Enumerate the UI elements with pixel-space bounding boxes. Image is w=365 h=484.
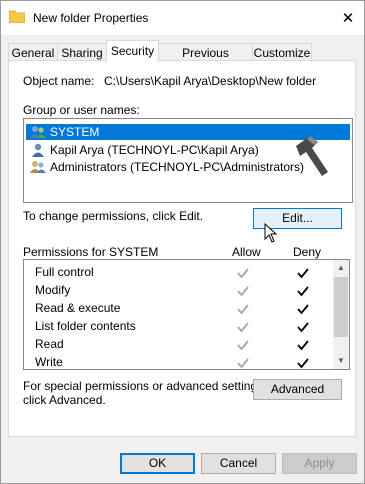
- permission-name: Full control: [35, 265, 94, 279]
- allow-column-header: Allow: [232, 245, 261, 259]
- deny-check-icon: [297, 286, 309, 297]
- permission-row: List folder contents: [24, 318, 334, 336]
- permission-row: Modify: [24, 282, 334, 300]
- permissions-scrollbar[interactable]: ▲ ▼: [333, 260, 349, 369]
- list-item-label: Kapil Arya (TECHNOYL-PC\Kapil Arya): [50, 143, 259, 157]
- close-button[interactable]: ✕: [332, 1, 364, 35]
- tab-sharing[interactable]: Sharing: [57, 43, 107, 61]
- group-names-label: Group or user names:: [23, 103, 140, 117]
- permission-name: Write: [35, 355, 63, 369]
- tab-strip: General Sharing Security Previous Versio…: [1, 37, 364, 78]
- hammer-logo-icon: [296, 136, 328, 176]
- close-icon: ✕: [341, 10, 355, 27]
- permission-name: Read & execute: [35, 301, 121, 315]
- deny-column-header: Deny: [293, 245, 322, 259]
- permission-row: Read: [24, 336, 334, 354]
- deny-check-icon: [297, 268, 309, 279]
- security-panel: Object name: C:\Users\Kapil Arya\Desktop…: [8, 60, 356, 437]
- permission-row: Write: [24, 354, 334, 369]
- allow-check-icon: [237, 340, 249, 351]
- scroll-down-icon[interactable]: ▼: [333, 353, 349, 369]
- user-icon: [32, 143, 44, 157]
- allow-check-icon: [237, 286, 249, 297]
- permission-name: Modify: [35, 283, 71, 297]
- permission-row: Read & execute: [24, 300, 334, 318]
- object-name-label: Object name:: [23, 74, 95, 88]
- permission-name: List folder contents: [35, 319, 136, 333]
- window-title: New folder Properties: [33, 11, 149, 25]
- apply-button[interactable]: Apply: [282, 453, 357, 474]
- allow-check-icon: [237, 268, 249, 279]
- scroll-thumb[interactable]: [334, 277, 348, 337]
- deny-check-icon: [297, 322, 309, 333]
- allow-check-icon: [237, 304, 249, 315]
- tab-general[interactable]: General: [8, 43, 58, 61]
- mouse-cursor-icon: [264, 223, 278, 243]
- cancel-button[interactable]: Cancel: [201, 453, 276, 474]
- permission-row: Full control: [24, 264, 334, 282]
- tab-customize[interactable]: Customize: [252, 43, 312, 61]
- object-name-value: C:\Users\Kapil Arya\Desktop\New folder: [104, 74, 317, 88]
- advanced-button[interactable]: Advanced: [253, 379, 342, 400]
- scroll-up-icon[interactable]: ▲: [333, 260, 349, 276]
- allow-check-icon: [237, 322, 249, 333]
- permissions-header: Permissions for SYSTEM: [23, 245, 159, 259]
- title-bar: New folder Properties ✕: [1, 1, 364, 35]
- special-permissions-text-2: click Advanced.: [23, 393, 106, 407]
- special-permissions-text: For special permissions or advanced sett…: [23, 379, 267, 393]
- properties-dialog: New folder Properties ✕ General Sharing …: [0, 0, 365, 484]
- tab-security[interactable]: Security: [106, 40, 159, 62]
- allow-check-icon: [237, 358, 249, 369]
- ok-button[interactable]: OK: [120, 453, 195, 474]
- permission-name: Read: [35, 337, 64, 351]
- folder-icon: [9, 10, 25, 23]
- list-item-label: SYSTEM: [50, 125, 100, 139]
- list-item-label: Administrators (TECHNOYL-PC\Administrato…: [50, 160, 305, 174]
- permissions-list[interactable]: Full control Modify Read & execute List …: [23, 259, 350, 370]
- deny-check-icon: [297, 358, 309, 369]
- users-icon: [30, 161, 46, 173]
- deny-check-icon: [297, 304, 309, 315]
- tab-previous-versions[interactable]: Previous Versions: [158, 43, 253, 78]
- deny-check-icon: [297, 340, 309, 351]
- change-permissions-text: To change permissions, click Edit.: [23, 209, 204, 223]
- users-icon: [30, 126, 46, 138]
